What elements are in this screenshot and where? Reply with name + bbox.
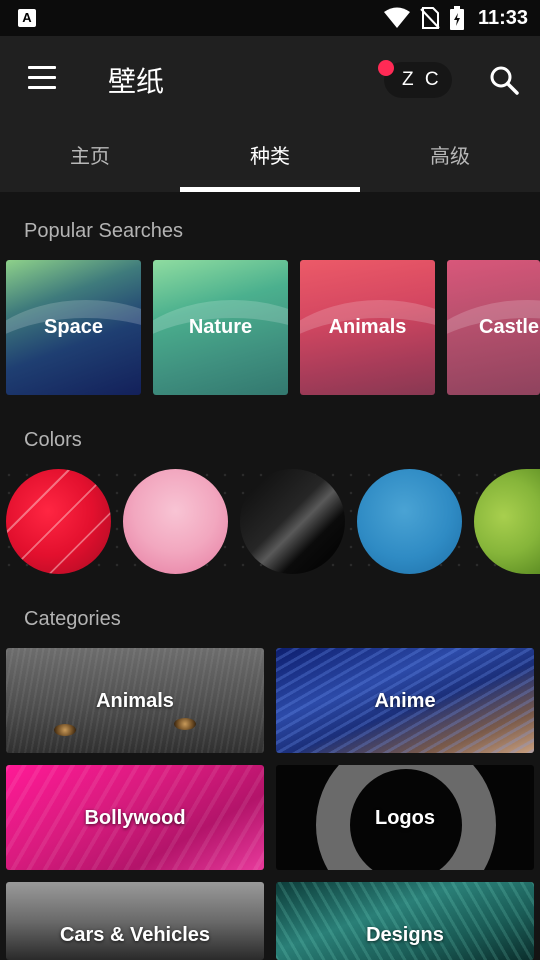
no-sim-icon [420, 7, 440, 29]
category-card-anime[interactable]: Anime [276, 648, 534, 753]
popular-card-label: Nature [188, 316, 253, 338]
categories-title: Categories [24, 608, 121, 630]
color-swatch-blue[interactable] [357, 469, 462, 574]
tab-categories[interactable]: 种类 [180, 120, 360, 192]
popular-card-castle[interactable]: Castle [447, 260, 540, 395]
color-swatch-pink[interactable] [123, 469, 228, 574]
color-swatch-black[interactable] [240, 469, 345, 574]
category-label: Cars & Vehicles [59, 924, 211, 946]
popular-card-space[interactable]: Space [6, 260, 141, 395]
tab-premium[interactable]: 高级 [360, 120, 540, 192]
popular-searches-list: Space Nature Animals Castle [6, 260, 540, 395]
tab-bar: 主页 种类 高级 [0, 120, 540, 192]
category-label: Anime [374, 690, 436, 712]
popular-card-nature[interactable]: Nature [153, 260, 288, 395]
tab-home[interactable]: 主页 [0, 120, 180, 192]
popular-card-label: Castle [479, 316, 540, 338]
category-card-logos[interactable]: Logos [276, 765, 534, 870]
app-notification-icon: A [18, 9, 36, 27]
status-bar: A 11:33 [0, 0, 540, 36]
popular-card-label: Animals [328, 316, 407, 338]
category-card-designs[interactable]: Designs [276, 882, 534, 960]
notification-dot [378, 60, 394, 76]
colors-title: Colors [24, 429, 82, 451]
category-label: Logos [375, 807, 435, 829]
status-time: 11:33 [477, 6, 528, 29]
category-label: Animals [96, 690, 174, 712]
status-icons: 11:33 [383, 5, 528, 31]
battery-charging-icon [449, 6, 464, 30]
wolf-eye-image [54, 724, 76, 736]
app-title: 壁纸 [108, 65, 165, 98]
wolf-eye-image [174, 718, 196, 730]
category-card-bollywood[interactable]: Bollywood [6, 765, 264, 870]
search-icon[interactable] [488, 64, 520, 96]
category-label: Designs [366, 924, 444, 946]
menu-icon[interactable] [28, 66, 56, 90]
category-label: Bollywood [84, 807, 186, 829]
chip-text: Z C [402, 69, 442, 90]
popular-card-animals[interactable]: Animals [300, 260, 435, 395]
notification-chip[interactable]: Z C [378, 60, 452, 98]
popular-card-label: Space [44, 316, 103, 338]
app-bar: 壁纸 Z C [0, 36, 540, 120]
color-swatch-red[interactable] [6, 469, 111, 574]
category-card-animals[interactable]: Animals [6, 648, 264, 753]
popular-searches-title: Popular Searches [24, 220, 183, 242]
category-card-cars-vehicles[interactable]: Cars & Vehicles [6, 882, 264, 960]
wifi-icon [383, 7, 410, 28]
